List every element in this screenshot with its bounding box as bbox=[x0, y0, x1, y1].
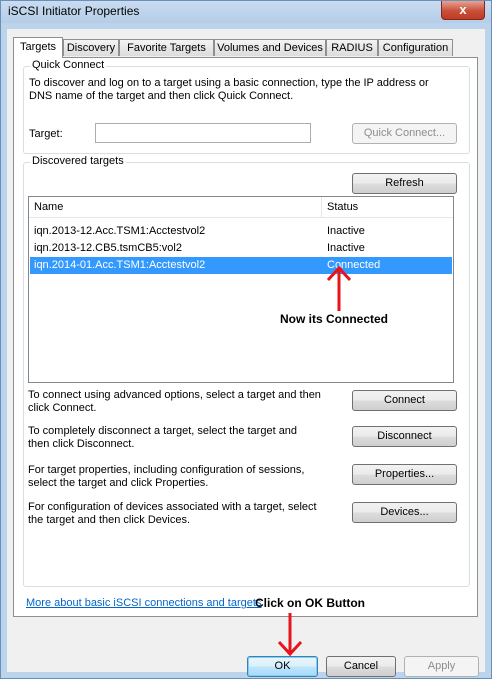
column-header-status[interactable]: Status bbox=[322, 197, 452, 217]
properties-description-line1: For target properties, including configu… bbox=[28, 464, 305, 476]
column-header-name[interactable]: Name bbox=[29, 197, 321, 217]
target-name: iqn.2014-01.Acc.TSM1:Acctestvol2 bbox=[34, 259, 206, 271]
tab-label: Discovery bbox=[66, 42, 116, 54]
targets-list[interactable]: Name Status iqn.2013-12.Acc.TSM1:Acctest… bbox=[28, 196, 454, 383]
quick-connect-group: Quick Connect To discover and log on to … bbox=[23, 59, 470, 154]
properties-description-line2: select the target and click Properties. bbox=[28, 477, 209, 489]
discovered-targets-legend: Discovered targets bbox=[30, 155, 126, 167]
window-title: iSCSI Initiator Properties bbox=[8, 4, 140, 18]
tab-label: RADIUS bbox=[331, 42, 373, 54]
close-button[interactable]: x bbox=[441, 1, 485, 20]
disconnect-description-line2: then click Disconnect. bbox=[28, 438, 135, 450]
quick-connect-description-line1: To discover and log on to a target using… bbox=[29, 77, 429, 89]
cancel-button[interactable]: Cancel bbox=[326, 656, 396, 677]
annotation-arrow-down-icon bbox=[277, 613, 303, 657]
title-bar[interactable]: iSCSI Initiator Properties x bbox=[1, 1, 491, 23]
ok-annotation: Click on OK Button bbox=[255, 596, 365, 610]
disconnect-description-line1: To completely disconnect a target, selec… bbox=[28, 425, 298, 437]
quick-connect-legend: Quick Connect bbox=[30, 59, 107, 71]
iscsi-properties-window: iSCSI Initiator Properties x Targets Dis… bbox=[0, 0, 492, 679]
table-row-selected[interactable]: iqn.2014-01.Acc.TSM1:Acctestvol2 Connect… bbox=[30, 257, 452, 274]
ok-button[interactable]: OK bbox=[247, 656, 318, 677]
tab-volumes-and-devices[interactable]: Volumes and Devices bbox=[214, 39, 326, 56]
devices-description-line1: For configuration of devices associated … bbox=[28, 501, 317, 513]
quick-connect-description-line2: DNS name of the target and then click Qu… bbox=[29, 90, 294, 102]
tab-favorite-targets[interactable]: Favorite Targets bbox=[119, 39, 214, 56]
target-label: Target: bbox=[29, 128, 63, 140]
target-status: Inactive bbox=[327, 242, 365, 254]
tab-discovery[interactable]: Discovery bbox=[63, 39, 119, 56]
devices-button[interactable]: Devices... bbox=[352, 502, 457, 523]
connect-description-line1: To connect using advanced options, selec… bbox=[28, 389, 321, 401]
table-row[interactable]: iqn.2013-12.CB5.tsmCB5:vol2 Inactive bbox=[30, 240, 452, 257]
tab-label: Targets bbox=[19, 41, 57, 53]
tab-label: Configuration bbox=[382, 42, 449, 54]
list-header: Name Status bbox=[29, 197, 453, 218]
help-link[interactable]: More about basic iSCSI connections and t… bbox=[26, 597, 261, 609]
table-row[interactable]: iqn.2013-12.Acc.TSM1:Acctestvol2 Inactiv… bbox=[30, 223, 452, 240]
tab-label: Volumes and Devices bbox=[217, 42, 323, 54]
disconnect-button[interactable]: Disconnect bbox=[352, 426, 457, 447]
connected-annotation: Now its Connected bbox=[280, 312, 389, 326]
targets-tab-panel: Quick Connect To discover and log on to … bbox=[13, 57, 478, 617]
target-name: iqn.2013-12.CB5.tsmCB5:vol2 bbox=[34, 242, 182, 254]
connect-description-line2: click Connect. bbox=[28, 402, 97, 414]
tab-label: Favorite Targets bbox=[127, 42, 206, 54]
connect-button[interactable]: Connect bbox=[352, 390, 457, 411]
close-icon: x bbox=[459, 2, 467, 17]
target-name: iqn.2013-12.Acc.TSM1:Acctestvol2 bbox=[34, 225, 206, 237]
devices-description-line2: the target and then click Devices. bbox=[28, 514, 191, 526]
apply-button[interactable]: Apply bbox=[404, 656, 479, 677]
properties-button[interactable]: Properties... bbox=[352, 464, 457, 485]
discovered-targets-group: Discovered targets Refresh Name Status i… bbox=[23, 155, 470, 587]
target-input[interactable] bbox=[95, 123, 311, 143]
annotation-arrow-up-icon bbox=[326, 265, 352, 311]
tab-configuration[interactable]: Configuration bbox=[378, 39, 453, 56]
tab-targets[interactable]: Targets bbox=[13, 37, 63, 58]
tab-radius[interactable]: RADIUS bbox=[326, 39, 378, 56]
target-status: Inactive bbox=[327, 225, 365, 237]
dialog-client-area: Targets Discovery Favorite Targets Volum… bbox=[7, 29, 485, 677]
quick-connect-button[interactable]: Quick Connect... bbox=[352, 123, 457, 144]
refresh-button[interactable]: Refresh bbox=[352, 173, 457, 194]
